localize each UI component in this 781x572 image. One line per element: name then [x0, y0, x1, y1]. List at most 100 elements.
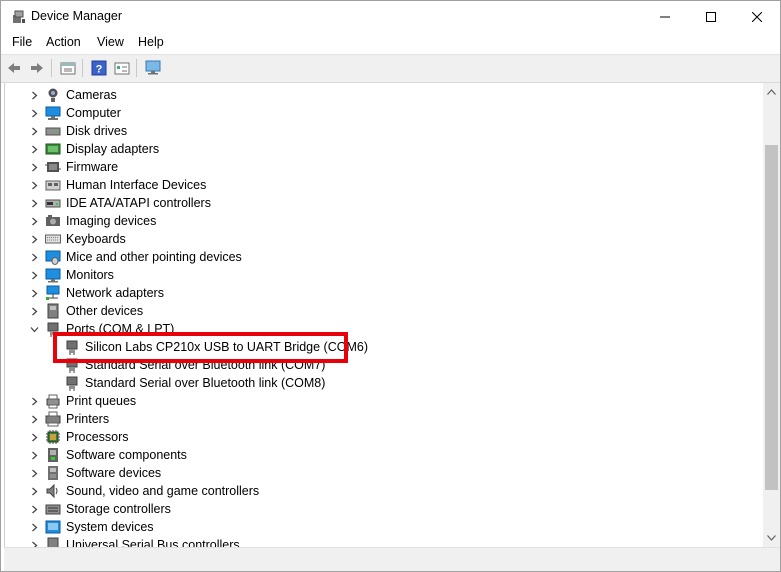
chevron-right-icon[interactable]: [28, 104, 40, 122]
chevron-right-icon[interactable]: [28, 86, 40, 104]
toolbar: ?: [1, 54, 780, 83]
tree-item-label: Computer: [66, 106, 121, 120]
close-button[interactable]: [734, 1, 780, 32]
category-item[interactable]: Mice and other pointing devices: [5, 248, 760, 266]
minimize-button[interactable]: [642, 1, 688, 32]
menu-help[interactable]: Help: [138, 35, 164, 49]
chevron-right-icon[interactable]: [28, 302, 40, 320]
category-item[interactable]: Print queues: [5, 392, 760, 410]
chevron-right-icon[interactable]: [28, 176, 40, 194]
tree-item-label: Software components: [66, 448, 187, 462]
chevron-right-icon[interactable]: [28, 266, 40, 284]
tree-item-label: IDE ATA/ATAPI controllers: [66, 196, 211, 210]
chevron-right-icon[interactable]: [28, 230, 40, 248]
category-item[interactable]: Keyboards: [5, 230, 760, 248]
category-item[interactable]: Universal Serial Bus controllers: [5, 536, 760, 547]
chevron-right-icon[interactable]: [28, 410, 40, 428]
category-item[interactable]: Monitors: [5, 266, 760, 284]
category-item[interactable]: Software devices: [5, 464, 760, 482]
imaging-icon: [45, 213, 61, 229]
sound-icon: [45, 483, 61, 499]
device-manager-window: Device Manager File Action View Help ? C…: [0, 0, 781, 572]
properties-button[interactable]: [59, 59, 77, 77]
category-item[interactable]: Disk drives: [5, 122, 760, 140]
category-item[interactable]: System devices: [5, 518, 760, 536]
chevron-right-icon[interactable]: [28, 500, 40, 518]
category-item[interactable]: Imaging devices: [5, 212, 760, 230]
firmware-icon: [45, 159, 61, 175]
tree-item-label: Sound, video and game controllers: [66, 484, 260, 498]
forward-icon: [31, 63, 43, 73]
category-item[interactable]: Storage controllers: [5, 500, 760, 518]
details-icon: [114, 62, 130, 75]
tree-item-label: Display adapters: [66, 142, 160, 156]
category-item[interactable]: Display adapters: [5, 140, 760, 158]
disk-icon: [45, 123, 61, 139]
ide-icon: [45, 195, 61, 211]
chevron-right-icon[interactable]: [28, 140, 40, 158]
forward-button[interactable]: [28, 59, 46, 77]
storage-icon: [45, 501, 61, 517]
other-icon: [45, 303, 61, 319]
chevron-right-icon[interactable]: [28, 446, 40, 464]
system-icon: [45, 519, 61, 535]
category-item[interactable]: IDE ATA/ATAPI controllers: [5, 194, 760, 212]
tree-item-label: Firmware: [66, 160, 119, 174]
scroll-up-icon[interactable]: [767, 89, 776, 95]
category-item[interactable]: Sound, video and game controllers: [5, 482, 760, 500]
monitor-scan-icon: [145, 60, 161, 75]
status-bar: [4, 547, 780, 571]
device-tree[interactable]: Cameras Computer Disk drives Display adapte…: [4, 83, 764, 547]
chevron-right-icon[interactable]: [28, 536, 40, 547]
category-item[interactable]: Computer: [5, 104, 760, 122]
chevron-right-icon[interactable]: [28, 194, 40, 212]
chevron-right-icon[interactable]: [28, 158, 40, 176]
menu-view[interactable]: View: [97, 35, 124, 49]
back-icon: [8, 63, 20, 73]
chevron-right-icon[interactable]: [28, 122, 40, 140]
properties-icon: [60, 62, 76, 75]
device-manager-app-icon: [13, 10, 25, 23]
details-button[interactable]: [113, 59, 131, 77]
chevron-right-icon[interactable]: [28, 464, 40, 482]
category-item[interactable]: Firmware: [5, 158, 760, 176]
monitor-icon: [45, 267, 61, 283]
tree-item-label: Network adapters: [66, 286, 164, 300]
tree-item-label: Cameras: [66, 88, 117, 102]
scan-hardware-button[interactable]: [144, 59, 162, 77]
category-item[interactable]: Cameras: [5, 86, 760, 104]
category-item[interactable]: Network adapters: [5, 284, 760, 302]
chevron-right-icon[interactable]: [28, 392, 40, 410]
device-item[interactable]: Standard Serial over Bluetooth link (COM…: [5, 374, 760, 392]
chevron-right-icon[interactable]: [28, 428, 40, 446]
keyboard-icon: [45, 231, 61, 247]
port-icon: [64, 375, 80, 391]
chevron-right-icon[interactable]: [28, 212, 40, 230]
maximize-button[interactable]: [688, 1, 734, 32]
back-button[interactable]: [5, 59, 23, 77]
tree-item-label: Printers: [66, 412, 110, 426]
tree-item-label: Mice and other pointing devices: [66, 250, 242, 264]
chevron-right-icon[interactable]: [28, 482, 40, 500]
category-item[interactable]: Printers: [5, 410, 760, 428]
title-bar[interactable]: Device Manager: [1, 1, 780, 32]
category-item[interactable]: Other devices: [5, 302, 760, 320]
software-component-icon: [45, 447, 61, 463]
category-item[interactable]: Software components: [5, 446, 760, 464]
help-button[interactable]: ?: [90, 59, 108, 77]
svg-text:?: ?: [96, 64, 103, 76]
toolbar-separator: [82, 59, 83, 77]
hid-icon: [45, 177, 61, 193]
chevron-down-icon[interactable]: [28, 320, 40, 338]
chevron-right-icon[interactable]: [28, 284, 40, 302]
menu-file[interactable]: File: [12, 35, 32, 49]
tree-item-label: Imaging devices: [66, 214, 157, 228]
menu-action[interactable]: Action: [46, 35, 81, 49]
chevron-right-icon[interactable]: [28, 248, 40, 266]
chevron-right-icon[interactable]: [28, 518, 40, 536]
scroll-thumb[interactable]: [765, 145, 778, 490]
scroll-down-icon[interactable]: [767, 535, 776, 541]
category-item[interactable]: Human Interface Devices: [5, 176, 760, 194]
vertical-scrollbar[interactable]: [763, 83, 780, 547]
category-item[interactable]: Processors: [5, 428, 760, 446]
